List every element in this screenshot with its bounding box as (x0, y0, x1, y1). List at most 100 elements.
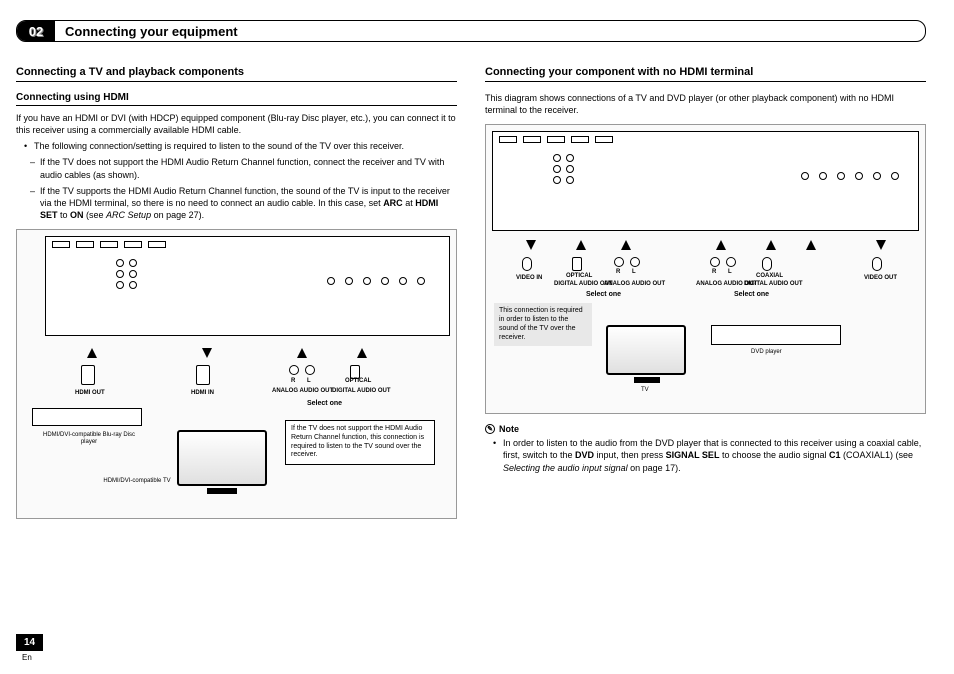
jack (116, 281, 124, 289)
jack (116, 259, 124, 267)
terminal (327, 277, 335, 285)
dash2-arc: ARC (383, 198, 403, 208)
arrow-icon (297, 348, 307, 358)
arrow-icon (526, 240, 536, 250)
jack (566, 176, 574, 184)
port-hdmi (148, 241, 166, 248)
label-optical-r: OPTICAL (566, 273, 592, 280)
jack (129, 270, 137, 278)
rca-jack (710, 257, 720, 267)
jack (129, 259, 137, 267)
left-dashes: If the TV does not support the HDMI Audi… (16, 156, 457, 221)
note-label: ✎ Note (485, 424, 926, 434)
dvd-player (711, 325, 841, 345)
video-out-connector (872, 257, 882, 271)
tv-stand (207, 488, 237, 494)
label-l: L (307, 378, 311, 385)
hdmi-ports (52, 241, 166, 248)
label-r: R (291, 378, 295, 385)
note-list: In order to listen to the audio from the… (485, 437, 926, 473)
label-hdmi-in: HDMI IN (191, 390, 214, 397)
rca-pair-r (614, 257, 640, 267)
label-analog-out-r: ANALOG AUDIO OUT (604, 281, 665, 288)
label-select-one-tv: Select one (586, 291, 621, 299)
optical-connector (572, 257, 582, 271)
audio-jacks (116, 259, 139, 289)
chapter-number: 02 (17, 21, 55, 41)
bluray-caption: HDMI/DVI-compatible Blu-ray Disc player (39, 432, 139, 445)
jack (553, 154, 561, 162)
label-select-one-dvd: Select one (734, 291, 769, 299)
left-diagram: HDMI OUT HDMI IN R L ANALOG AUDIO OUT OP… (16, 229, 457, 519)
label-digital-out-dvd: DIGITAL AUDIO OUT (744, 281, 803, 288)
tv-callout: If the TV does not support the HDMI Audi… (285, 420, 435, 465)
dvd-caption: DVD player (751, 349, 782, 356)
right-column: Connecting your component with no HDMI t… (485, 66, 926, 529)
port-hdmi (124, 241, 142, 248)
label-analog-out: ANALOG AUDIO OUT (272, 388, 333, 395)
rca-jack (726, 257, 736, 267)
page-footer: 14 En (16, 634, 43, 662)
arrow-icon (806, 240, 816, 250)
dash-1: If the TV does not support the HDMI Audi… (32, 156, 457, 180)
chapter-header: 02 Connecting your equipment (16, 20, 926, 42)
n1ref: Selecting the audio input signal (503, 463, 628, 473)
terminal (381, 277, 389, 285)
rca-jack (630, 257, 640, 267)
port-hdmi (100, 241, 118, 248)
port-hdmi (595, 136, 613, 143)
left-subheading: Connecting using HDMI (16, 92, 457, 106)
dash2-c: to (58, 210, 71, 220)
n1c1: C1 (829, 450, 841, 460)
label-video-out: VIDEO OUT (864, 275, 897, 282)
grey-callout: This connection is required in order to … (494, 303, 592, 346)
terminal (855, 172, 863, 180)
rca-jack (614, 257, 624, 267)
hdmi-connector (81, 365, 95, 385)
tv-device-r (606, 325, 686, 375)
n1c: to choose the audio signal (719, 450, 829, 460)
page-lang: En (16, 653, 43, 662)
receiver-panel (45, 236, 450, 336)
dash2-d: (see (84, 210, 107, 220)
port-hdmi (547, 136, 565, 143)
rca-jack (289, 365, 299, 375)
port-hdmi (571, 136, 589, 143)
speaker-terminals (327, 277, 429, 285)
arrow-icon (766, 240, 776, 250)
note-label-text: Note (499, 424, 519, 434)
arrow-icon (357, 348, 367, 358)
n1dvd: DVD (575, 450, 594, 460)
rca-jack (305, 365, 315, 375)
terminal (891, 172, 899, 180)
port-hdmi (76, 241, 94, 248)
audio-jacks-r (553, 154, 576, 184)
tv-caption: HDMI/DVI-compatible TV (102, 478, 172, 485)
note-icon: ✎ (485, 424, 495, 434)
label-r-dvd: R (712, 269, 716, 276)
arrow-icon (876, 240, 886, 250)
right-diagram: VIDEO IN OPTICAL DIGITAL AUDIO OUT R L A… (485, 124, 926, 414)
dash2-ref: ARC Setup (106, 210, 151, 220)
hdmi-ports-r (499, 136, 613, 143)
jack (553, 176, 561, 184)
jack (129, 281, 137, 289)
arrow-icon (716, 240, 726, 250)
label-hdmi-out: HDMI OUT (75, 390, 105, 397)
video-connector (522, 257, 532, 271)
tv-caption-r: TV (641, 387, 649, 394)
arrow-icon (621, 240, 631, 250)
left-column: Connecting a TV and playback components … (16, 66, 457, 529)
dash2-e: on page 27). (151, 210, 204, 220)
label-video-in: VIDEO IN (516, 275, 542, 282)
label-r-tv: R (616, 269, 620, 276)
label-select-one: Select one (307, 400, 342, 408)
label-coaxial: COAXIAL (756, 273, 783, 280)
coax-connector (762, 257, 772, 271)
terminal (417, 277, 425, 285)
terminal (837, 172, 845, 180)
label-digital-out: DIGITAL AUDIO OUT (332, 388, 391, 395)
speaker-terminals-r (801, 172, 903, 180)
rca-pair-dvd (710, 257, 736, 267)
chapter-title: Connecting your equipment (55, 24, 238, 39)
